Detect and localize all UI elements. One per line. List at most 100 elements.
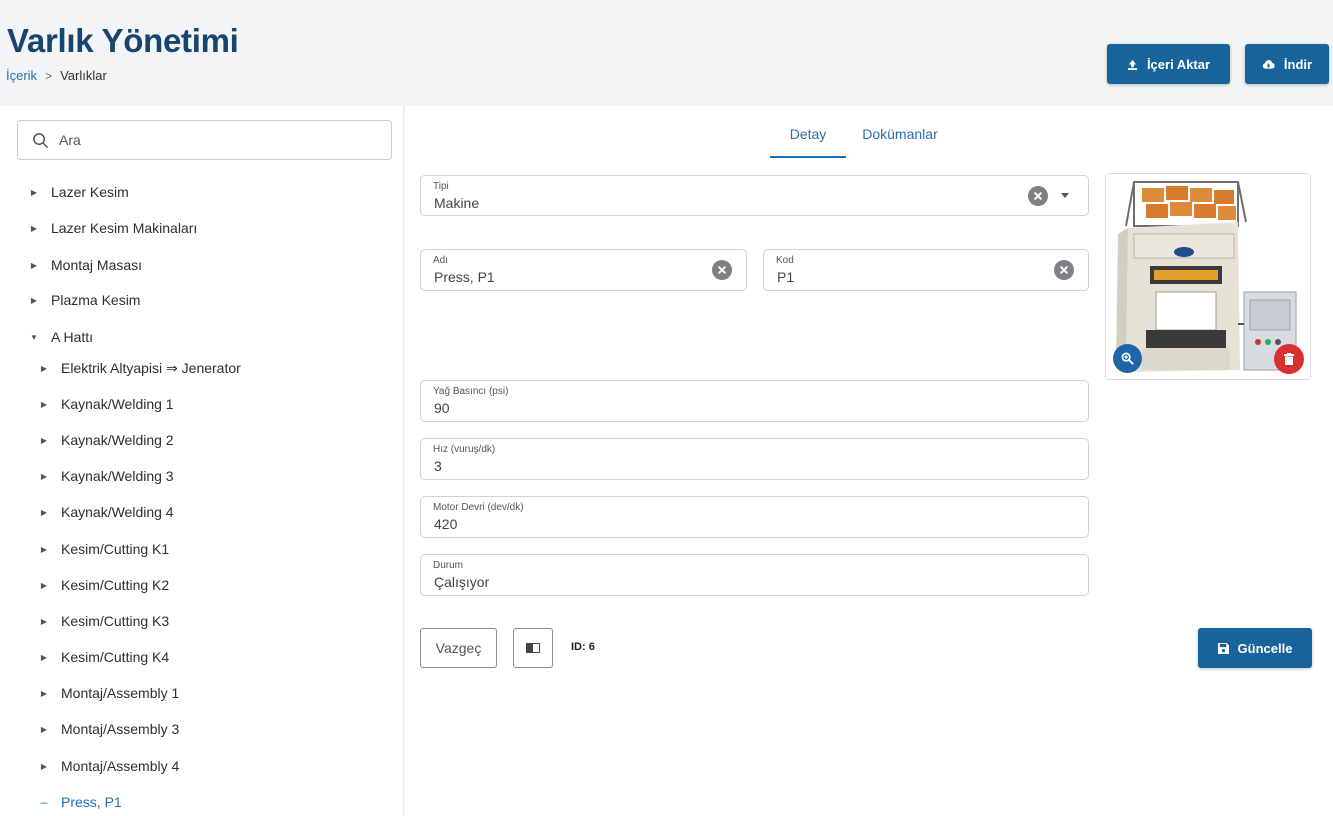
leaf-dash-icon: – (40, 795, 48, 809)
trash-icon (1284, 353, 1294, 365)
tree-item-kesim-cutting-k4[interactable]: ▶ Kesim/Cutting K4 (39, 646, 169, 668)
expand-arrow-icon[interactable]: ▶ (29, 261, 39, 270)
tree-item-kesim-cutting-k1[interactable]: ▶ Kesim/Cutting K1 (39, 538, 169, 560)
asset-id-label: ID: 6 (571, 641, 595, 653)
speed-label: Hız (vuruş/dk) (433, 444, 496, 455)
import-button-label: İçeri Aktar (1146, 56, 1211, 72)
tree-item-press-p1[interactable]: – Press, P1 (39, 791, 122, 813)
expand-arrow-icon[interactable]: ▶ (39, 689, 49, 698)
breadcrumb: İçerik > Varlıklar (6, 68, 107, 83)
expand-arrow-icon[interactable]: ▶ (39, 653, 49, 662)
tree-item-label: Lazer Kesim (51, 184, 129, 200)
tree-item-a-hatti[interactable]: ▼ A Hattı (29, 326, 93, 348)
tree-item-kaynak-welding-1[interactable]: ▶ Kaynak/Welding 1 (39, 393, 174, 415)
tree-item-label: A Hattı (51, 329, 94, 345)
toggle-panel-button[interactable] (513, 628, 553, 668)
status-field[interactable]: Durum Çalışıyor (420, 554, 1089, 596)
tree-item-label: Kesim/Cutting K1 (61, 541, 170, 557)
tree-item-montaj-assembly-4[interactable]: ▶ Montaj/Assembly 4 (39, 755, 179, 777)
page-header: Varlık Yönetimi İçerik > Varlıklar İçeri… (0, 0, 1333, 106)
expand-arrow-icon[interactable]: ▶ (39, 617, 49, 626)
collapse-arrow-icon[interactable]: ▼ (29, 333, 39, 342)
oil-pressure-label: Yağ Basıncı (psi) (433, 386, 509, 397)
tree-item-label: Kaynak/Welding 1 (61, 396, 174, 412)
expand-arrow-icon[interactable]: ▶ (39, 762, 49, 771)
chevron-down-icon[interactable] (1061, 193, 1069, 198)
clear-code-icon[interactable] (1054, 260, 1074, 280)
oil-pressure-field[interactable]: Yağ Basıncı (psi) 90 (420, 380, 1089, 422)
panel-toggle-icon (526, 643, 540, 653)
tree-item-label: Kesim/Cutting K4 (61, 649, 170, 665)
tree-item-label: Kesim/Cutting K2 (61, 577, 170, 593)
page-title: Varlık Yönetimi (7, 22, 239, 59)
motor-rpm-field[interactable]: Motor Devri (dev/dk) 420 (420, 496, 1089, 538)
zoom-image-button[interactable] (1113, 344, 1142, 373)
search-icon (33, 132, 48, 148)
upload-icon (1127, 59, 1138, 70)
search-field[interactable] (17, 120, 392, 160)
code-label: Kod (776, 255, 794, 266)
code-field[interactable]: Kod P1 (763, 249, 1089, 291)
save-icon (1217, 642, 1229, 654)
breadcrumb-separator: > (45, 68, 53, 83)
code-value: P1 (777, 269, 795, 285)
tree-item-lazer-kesim-makinalari[interactable]: ▶ Lazer Kesim Makinaları (29, 217, 197, 239)
update-button[interactable]: Güncelle (1198, 628, 1312, 668)
name-field[interactable]: Adı Press, P1 (420, 249, 747, 291)
delete-image-button[interactable] (1274, 344, 1304, 374)
tree-item-kesim-cutting-k3[interactable]: ▶ Kesim/Cutting K3 (39, 610, 169, 632)
type-select[interactable]: Tipi Makine (420, 175, 1089, 216)
status-value: Çalışıyor (434, 574, 490, 590)
clear-name-icon[interactable] (712, 260, 732, 280)
cancel-button[interactable]: Vazgeç (420, 628, 497, 668)
tree-item-label: Plazma Kesim (51, 292, 141, 308)
tab-detay[interactable]: Detay (770, 114, 846, 158)
speed-field[interactable]: Hız (vuruş/dk) 3 (420, 438, 1089, 480)
expand-arrow-icon[interactable]: ▶ (39, 581, 49, 590)
tab-dokumanlar[interactable]: Dokümanlar (846, 114, 954, 158)
tree-item-label: Montaj/Assembly 4 (61, 758, 180, 774)
tree-item-label: Elektrik Altyapisi ⇒ Jenerator (61, 359, 241, 376)
expand-arrow-icon[interactable]: ▶ (39, 364, 49, 373)
tree-item-label: Montaj/Assembly 3 (61, 721, 180, 737)
expand-arrow-icon[interactable]: ▶ (39, 545, 49, 554)
cloud-download-icon (1262, 59, 1275, 69)
expand-arrow-icon[interactable]: ▶ (39, 508, 49, 517)
tree-item-label: Lazer Kesim Makinaları (51, 220, 198, 236)
expand-arrow-icon[interactable]: ▶ (39, 400, 49, 409)
speed-value: 3 (434, 458, 442, 474)
tree-item-kaynak-welding-4[interactable]: ▶ Kaynak/Welding 4 (39, 501, 174, 523)
expand-arrow-icon[interactable]: ▶ (29, 188, 39, 197)
tree-item-label: Montaj/Assembly 1 (61, 685, 180, 701)
tree-item-elektrik-altyapisi[interactable]: ▶ Elektrik Altyapisi ⇒ Jenerator (39, 357, 241, 379)
tree-item-montaj-assembly-1[interactable]: ▶ Montaj/Assembly 1 (39, 682, 179, 704)
expand-arrow-icon[interactable]: ▶ (29, 296, 39, 305)
asset-tree-panel: ▶ Lazer Kesim ▶ Lazer Kesim Makinaları ▶ Mo… (0, 106, 404, 816)
tree-item-kaynak-welding-2[interactable]: ▶ Kaynak/Welding 2 (39, 429, 174, 451)
search-input[interactable] (59, 132, 359, 148)
tree-item-label: Kaynak/Welding 2 (61, 432, 174, 448)
zoom-in-icon (1121, 352, 1134, 365)
update-button-label: Güncelle (1237, 640, 1293, 656)
tree-item-montaj-masasi[interactable]: ▶ Montaj Masası (29, 254, 142, 276)
download-button-label: İndir (1283, 56, 1313, 72)
tree-item-kaynak-welding-3[interactable]: ▶ Kaynak/Welding 3 (39, 465, 174, 487)
tree-item-plazma-kesim[interactable]: ▶ Plazma Kesim (29, 289, 141, 311)
tree-item-label: Kesim/Cutting K3 (61, 613, 170, 629)
download-button[interactable]: İndir (1245, 44, 1329, 84)
expand-arrow-icon[interactable]: ▶ (29, 224, 39, 233)
expand-arrow-icon[interactable]: ▶ (39, 725, 49, 734)
tree-item-label: Kaynak/Welding 4 (61, 504, 174, 520)
type-value: Makine (434, 195, 480, 211)
breadcrumb-link-content[interactable]: İçerik (6, 68, 37, 83)
tree-item-kesim-cutting-k2[interactable]: ▶ Kesim/Cutting K2 (39, 574, 169, 596)
expand-arrow-icon[interactable]: ▶ (39, 436, 49, 445)
tree-item-label: Kaynak/Welding 3 (61, 468, 174, 484)
clear-type-icon[interactable] (1028, 186, 1048, 206)
tree-item-lazer-kesim[interactable]: ▶ Lazer Kesim (29, 181, 129, 203)
tree-item-montaj-assembly-3[interactable]: ▶ Montaj/Assembly 3 (39, 718, 179, 740)
expand-arrow-icon[interactable]: ▶ (39, 472, 49, 481)
import-button[interactable]: İçeri Aktar (1107, 44, 1230, 84)
breadcrumb-current: Varlıklar (60, 68, 107, 83)
motor-rpm-value: 420 (434, 516, 458, 532)
